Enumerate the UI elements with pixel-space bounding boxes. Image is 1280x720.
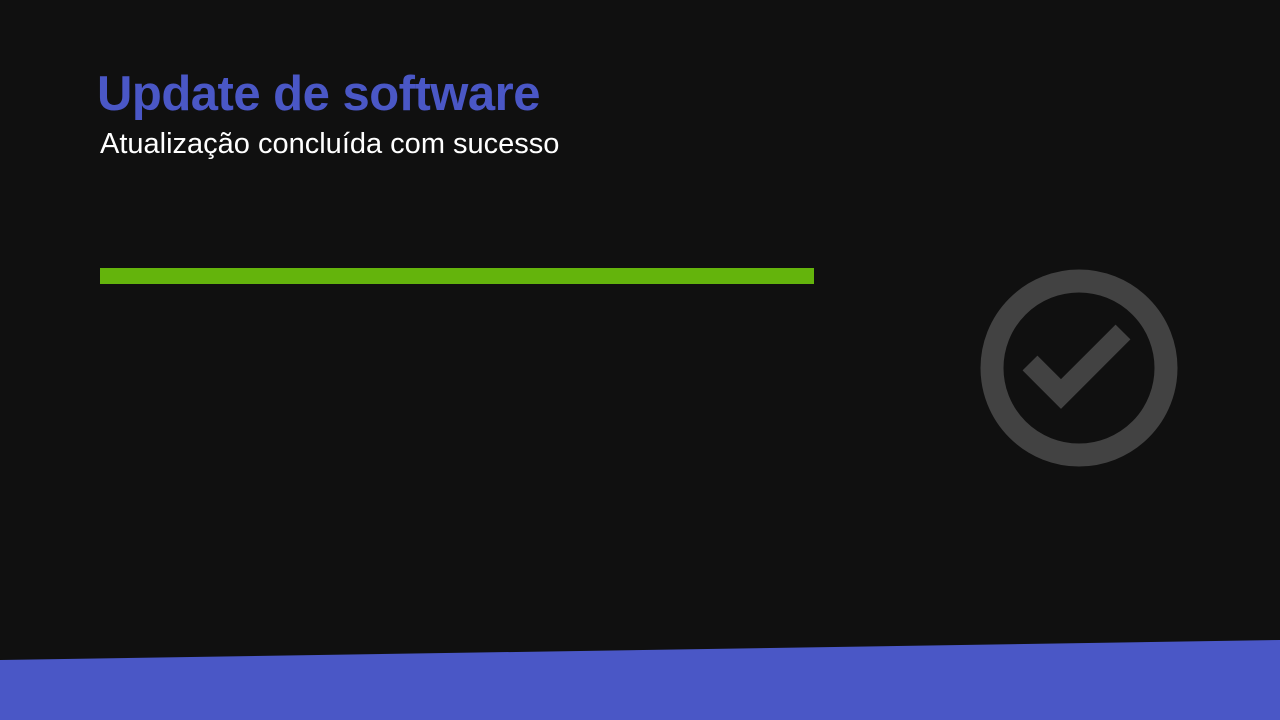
- update-screen: Update de software Atualização concluída…: [0, 0, 1280, 720]
- decorative-bottom-band: [0, 640, 1280, 720]
